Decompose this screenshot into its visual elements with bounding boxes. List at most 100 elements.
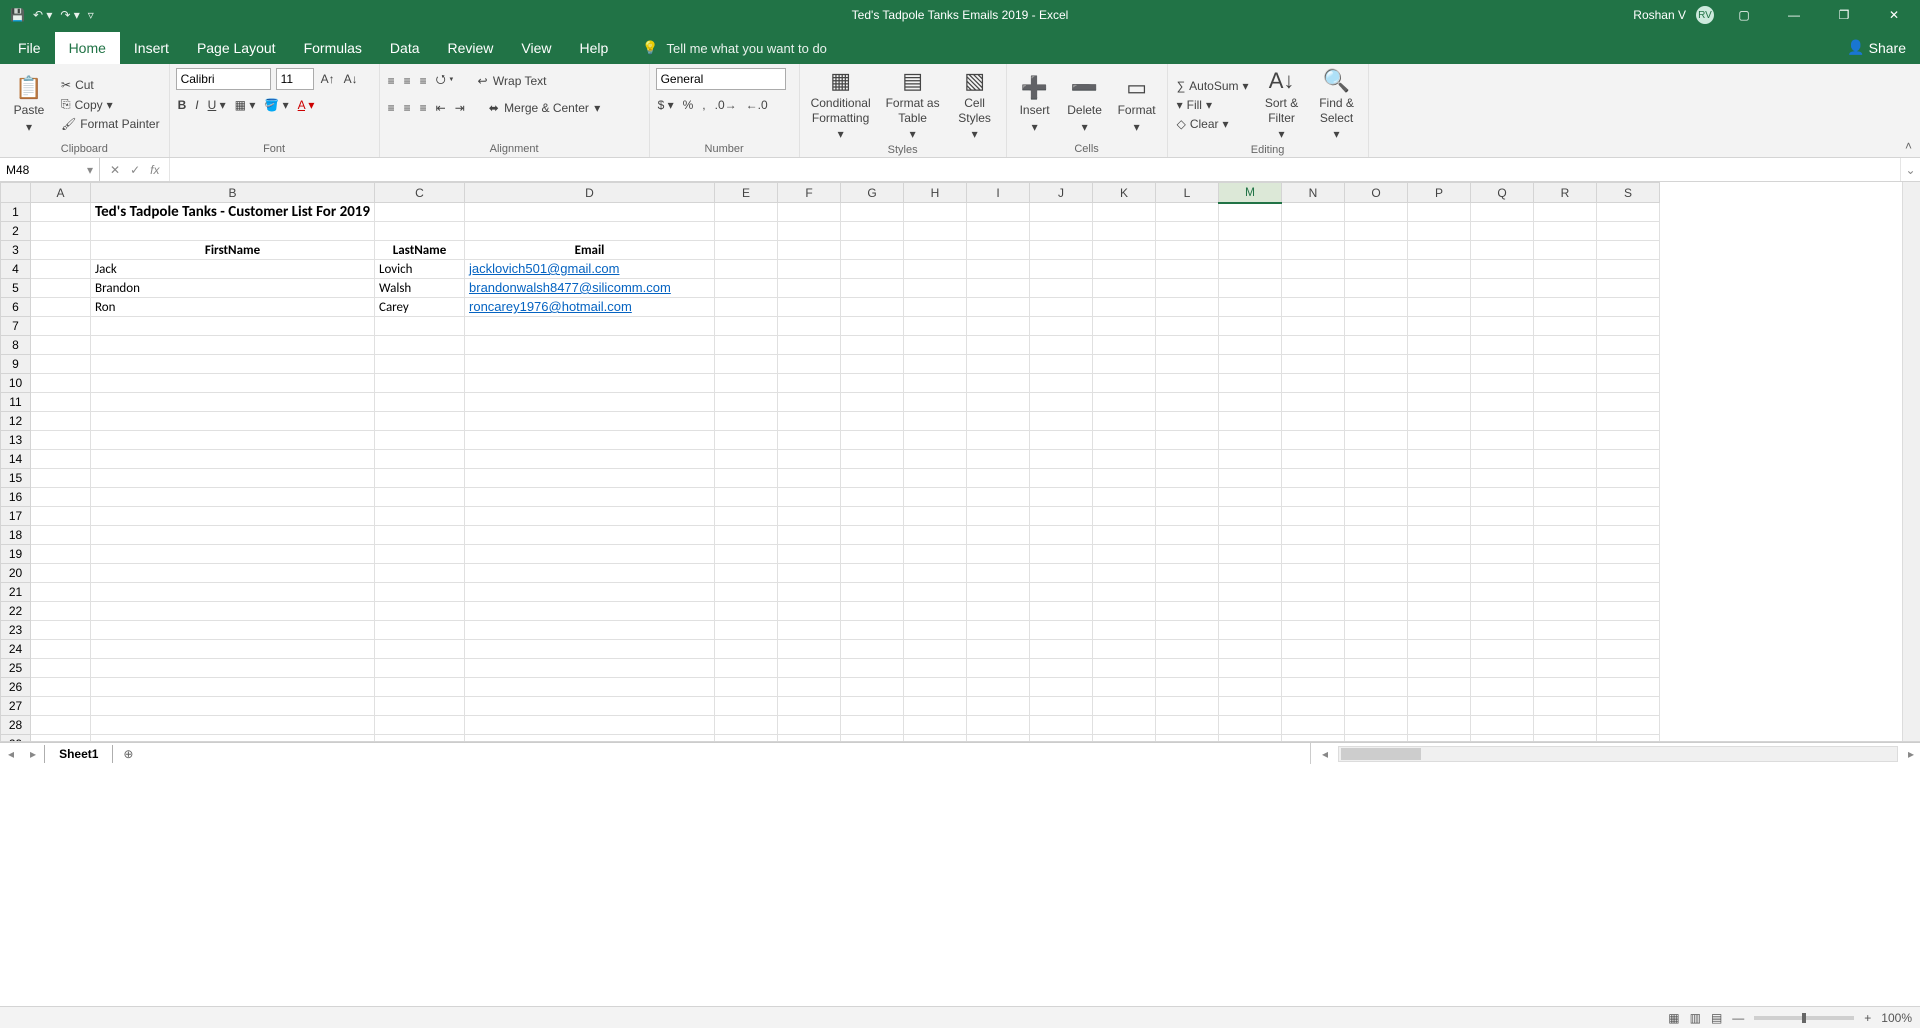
cell[interactable] [778,621,841,640]
cell[interactable] [375,431,465,450]
cell[interactable] [1030,659,1093,678]
cell[interactable] [375,203,465,222]
bold-button[interactable]: B [176,96,189,114]
cell[interactable] [1345,488,1408,507]
cell[interactable] [1156,621,1219,640]
row-header[interactable]: 23 [1,621,31,640]
cell[interactable] [465,450,715,469]
cell[interactable] [1597,298,1660,317]
cell[interactable] [841,621,904,640]
cell[interactable] [1093,222,1156,241]
column-header[interactable]: D [465,183,715,203]
cell[interactable] [778,374,841,393]
cell[interactable] [1093,735,1156,742]
cell[interactable] [1156,298,1219,317]
cell[interactable] [967,716,1030,735]
cell[interactable] [715,564,778,583]
cell[interactable] [841,241,904,260]
cell[interactable] [91,431,375,450]
clear-button[interactable]: ◇ Clear ▾ [1174,116,1252,132]
row-header[interactable]: 25 [1,659,31,678]
row-header[interactable]: 2 [1,222,31,241]
column-header[interactable]: F [778,183,841,203]
zoom-slider[interactable] [1754,1016,1854,1020]
cell[interactable] [465,469,715,488]
cell[interactable] [31,507,91,526]
cell[interactable] [465,583,715,602]
column-header[interactable]: B [91,183,375,203]
cell[interactable] [1156,450,1219,469]
cell[interactable] [1156,279,1219,298]
cell[interactable] [904,697,967,716]
cell[interactable] [778,355,841,374]
row-header[interactable]: 13 [1,431,31,450]
cell[interactable] [1282,602,1345,621]
row-header[interactable]: 16 [1,488,31,507]
cell[interactable] [778,317,841,336]
cell[interactable] [1408,374,1471,393]
cell[interactable] [1093,241,1156,260]
cell[interactable] [778,526,841,545]
cell[interactable] [1030,279,1093,298]
cell[interactable] [375,697,465,716]
row-header[interactable]: 14 [1,450,31,469]
cell[interactable] [1093,621,1156,640]
save-icon[interactable]: 💾 [10,8,25,22]
column-header[interactable]: L [1156,183,1219,203]
cell[interactable] [1345,678,1408,697]
cell[interactable] [1093,602,1156,621]
cell[interactable] [1345,583,1408,602]
zoom-in-icon[interactable]: + [1864,1011,1871,1025]
decrease-indent-icon[interactable]: ⇤ [434,99,448,117]
cell[interactable] [778,412,841,431]
tab-home[interactable]: Home [55,32,120,64]
cell[interactable] [715,583,778,602]
cell[interactable] [1282,241,1345,260]
cell[interactable] [967,374,1030,393]
cell[interactable] [31,260,91,279]
cell[interactable] [1534,355,1597,374]
cell[interactable] [1093,279,1156,298]
cell[interactable] [1156,336,1219,355]
cell[interactable] [1534,298,1597,317]
cell[interactable] [375,735,465,742]
cell[interactable] [1282,697,1345,716]
cell[interactable] [1219,298,1282,317]
cell[interactable] [904,545,967,564]
cell[interactable] [1534,393,1597,412]
cell[interactable] [715,526,778,545]
cell[interactable] [1219,507,1282,526]
cell[interactable] [1345,317,1408,336]
cell[interactable] [31,374,91,393]
cell[interactable] [1345,545,1408,564]
cell[interactable] [1471,450,1534,469]
cell[interactable] [31,640,91,659]
increase-decimal-icon[interactable]: .0→ [713,96,739,114]
cell[interactable] [1408,545,1471,564]
cell[interactable] [841,716,904,735]
cell[interactable] [1093,564,1156,583]
cell[interactable] [778,260,841,279]
increase-indent-icon[interactable]: ⇥ [453,99,467,117]
cell[interactable] [1282,526,1345,545]
cell[interactable] [1219,393,1282,412]
cell[interactable] [31,621,91,640]
cell[interactable] [967,621,1030,640]
tab-formulas[interactable]: Formulas [290,32,376,64]
tab-view[interactable]: View [507,32,565,64]
zoom-level[interactable]: 100% [1881,1011,1912,1025]
cell[interactable] [1030,393,1093,412]
cell[interactable] [1030,203,1093,222]
cell[interactable] [1345,659,1408,678]
cell[interactable] [1534,241,1597,260]
row-header[interactable]: 17 [1,507,31,526]
row-header[interactable]: 11 [1,393,31,412]
orientation-icon[interactable]: ⭯ ▾ [434,68,456,93]
cell[interactable] [1156,412,1219,431]
cell[interactable]: Walsh [375,279,465,298]
cell[interactable] [904,203,967,222]
row-header[interactable]: 29 [1,735,31,742]
cell[interactable] [1093,545,1156,564]
cell[interactable] [967,222,1030,241]
cell[interactable] [1282,678,1345,697]
